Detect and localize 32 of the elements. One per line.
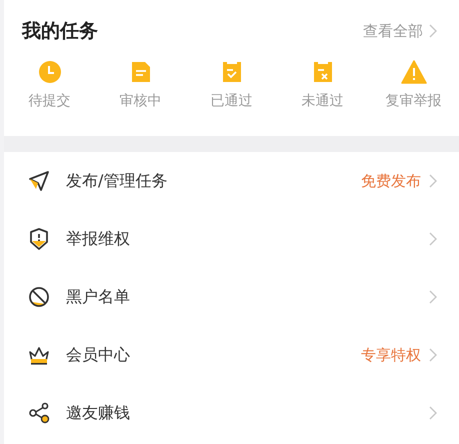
menu-item[interactable]: 会员中心 专享特权 <box>4 326 459 384</box>
chevron-icon <box>429 174 437 188</box>
share-icon <box>28 402 50 424</box>
promo-text: 专享特权 <box>361 346 421 364</box>
shield-icon <box>28 228 50 250</box>
menu-item[interactable]: 邀友赚钱 <box>4 384 459 442</box>
chevron-icon <box>429 348 437 362</box>
menu-label: 举报维权 <box>66 228 131 250</box>
chevron-icon <box>429 24 437 38</box>
section-title: 我的任务 <box>22 19 98 44</box>
status-item[interactable]: 已通过 <box>186 60 277 110</box>
menu-label: 会员中心 <box>66 344 131 366</box>
chevron-icon <box>429 290 437 304</box>
promo-text: 免费发布 <box>361 172 421 190</box>
status-item[interactable]: 复审举报 <box>368 60 459 110</box>
status-item[interactable]: 审核中 <box>95 60 186 110</box>
menu-label: 邀友赚钱 <box>66 402 131 424</box>
menu-label: 黑户名单 <box>66 286 131 308</box>
crown-icon <box>28 344 50 366</box>
warning-icon <box>400 60 426 84</box>
menu-item[interactable]: 黑户名单 <box>4 268 459 326</box>
view-all-link[interactable]: 查看全部 <box>363 22 437 40</box>
prohibited-icon <box>28 286 50 308</box>
menu-label: 发布/管理任务 <box>66 170 168 192</box>
chevron-icon <box>429 232 437 246</box>
menu-item[interactable]: 举报维权 <box>4 210 459 268</box>
chevron-icon <box>429 406 437 420</box>
clock-icon <box>38 60 62 84</box>
status-item[interactable]: 待提交 <box>4 60 95 110</box>
status-item[interactable]: 未通过 <box>277 60 368 110</box>
menu-item[interactable]: 发布/管理任务 免费发布 <box>4 152 459 210</box>
paper-plane-icon <box>28 170 50 192</box>
